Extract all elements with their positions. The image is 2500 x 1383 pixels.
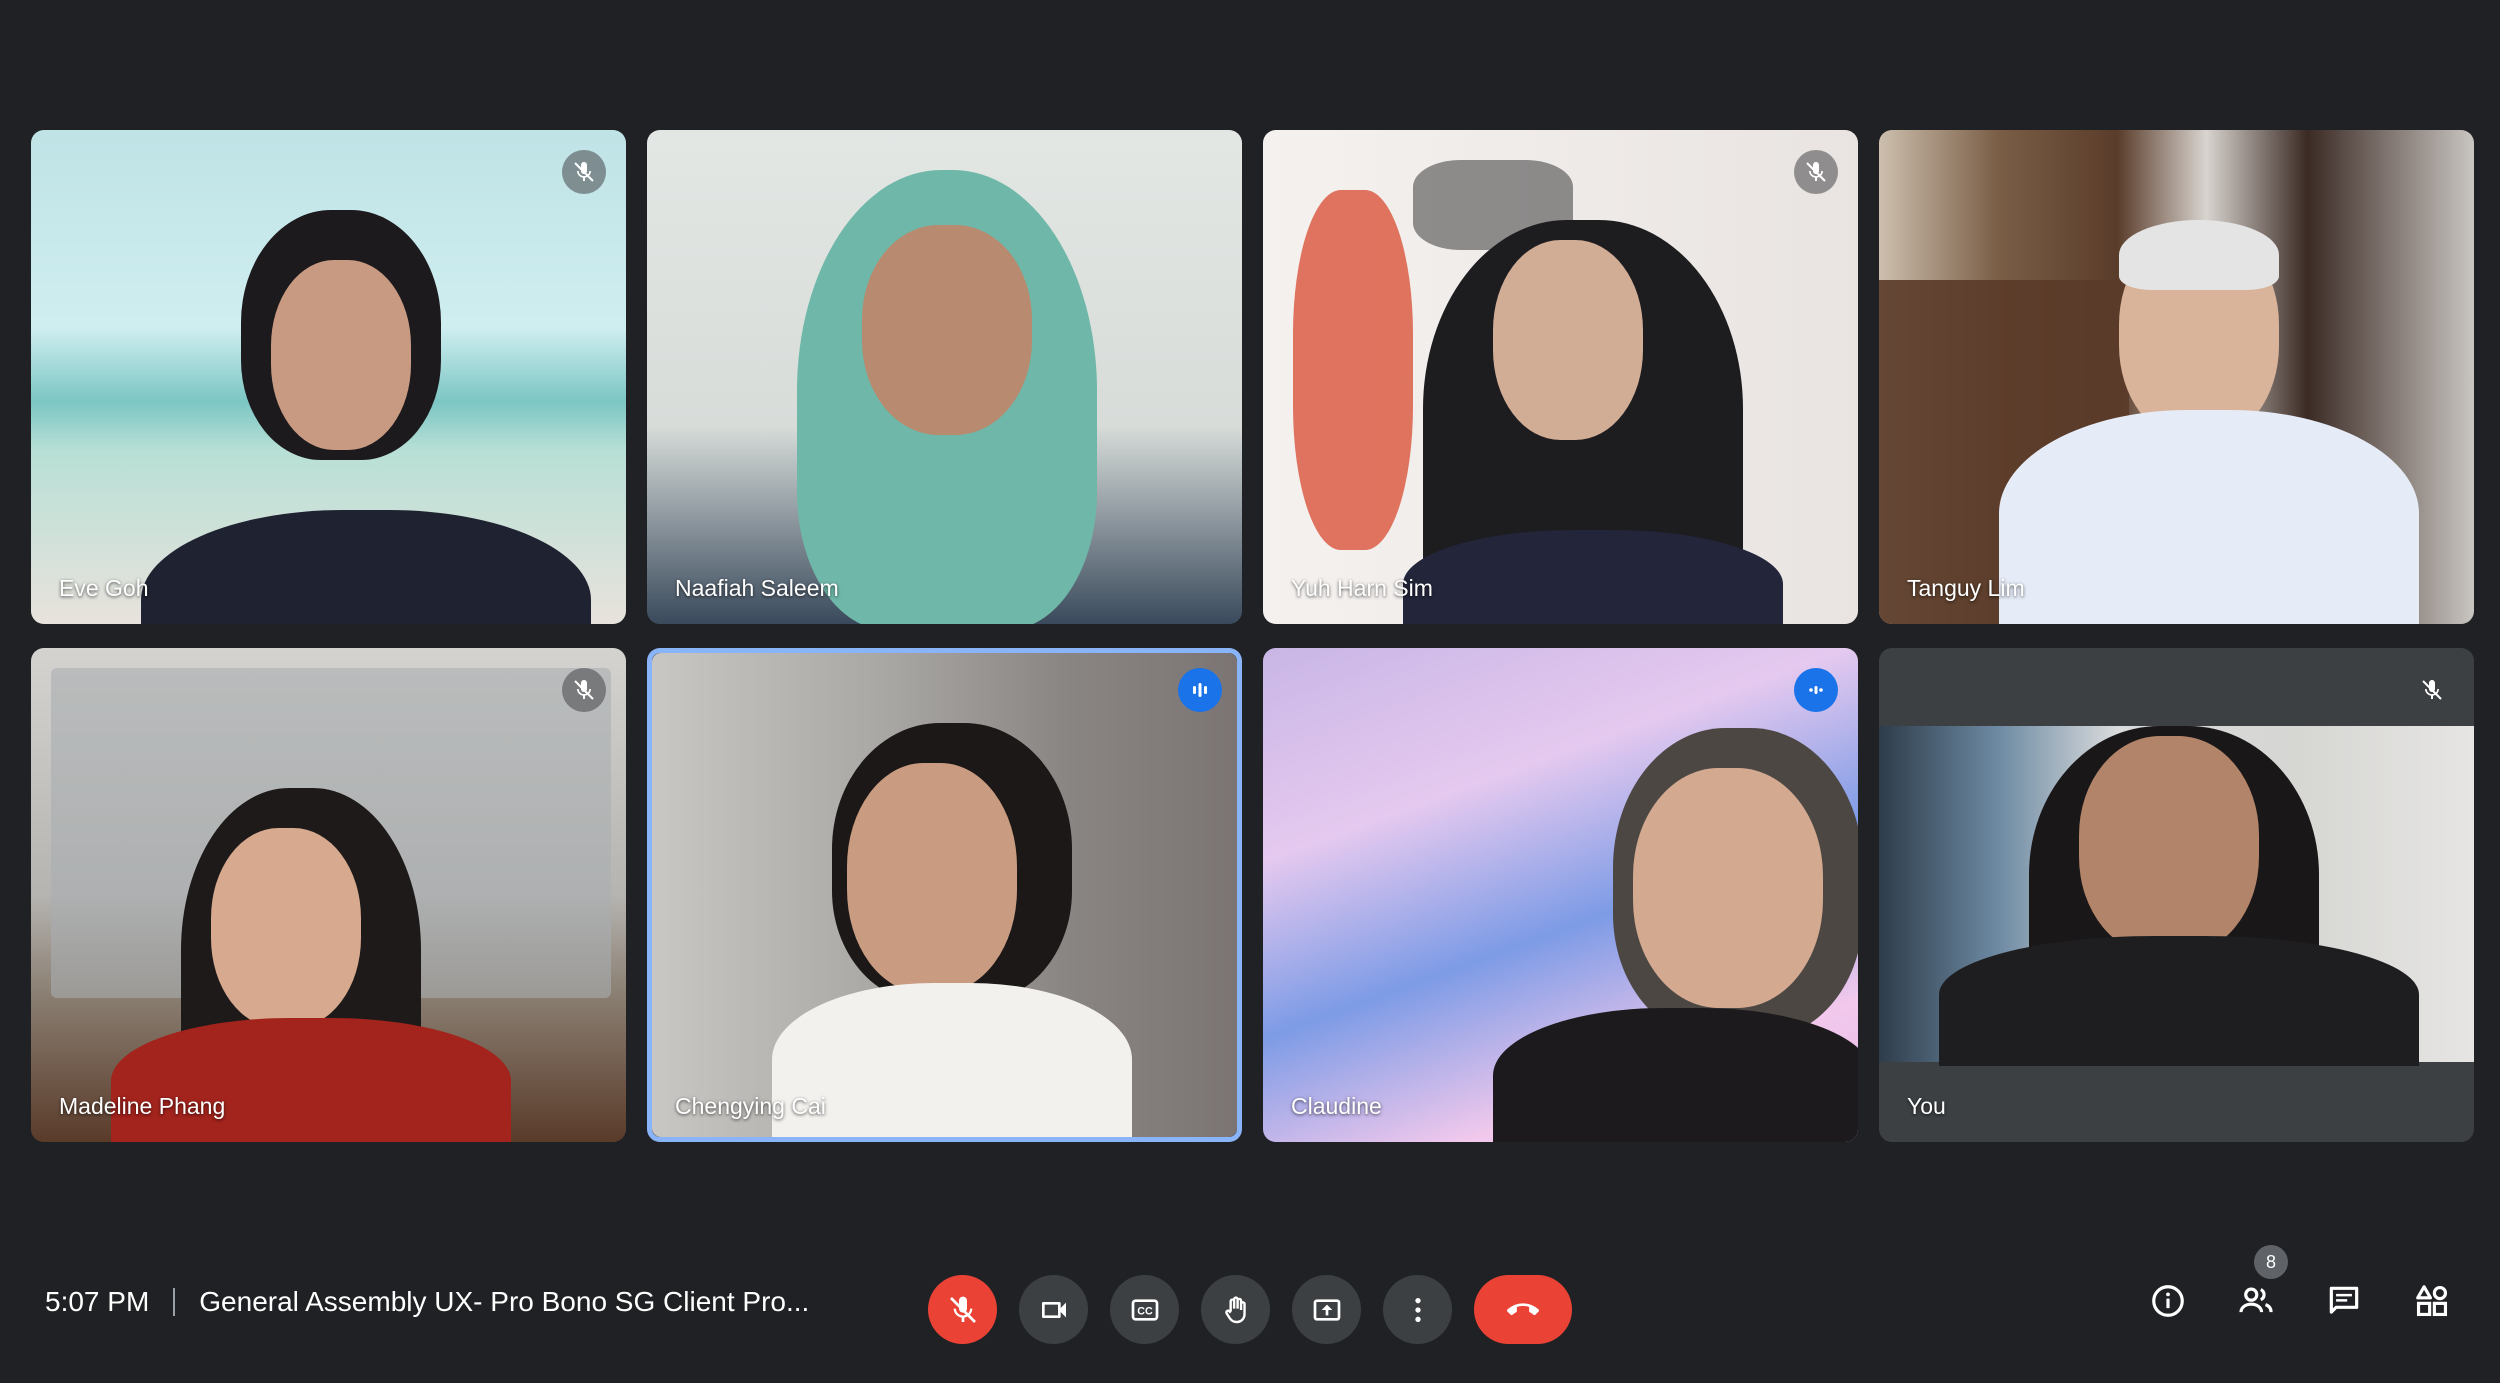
people-button[interactable]: 8	[2232, 1245, 2288, 1325]
more-options-icon	[1414, 1297, 1421, 1322]
video-feed	[1263, 130, 1858, 624]
info-icon	[2152, 1285, 2184, 1317]
raise-hand-button[interactable]	[1201, 1275, 1270, 1344]
participant-name: You	[1907, 1093, 1946, 1119]
video-feed	[652, 653, 1237, 1137]
participant-name: Eve Goh	[59, 575, 149, 601]
participant-tile[interactable]: Claudine	[1263, 648, 1858, 1142]
end-call-icon	[1507, 1302, 1539, 1315]
mic-off-icon	[949, 1296, 976, 1323]
mic-off-icon	[574, 162, 594, 182]
video-feed	[1879, 726, 2474, 1066]
activities-button[interactable]	[2408, 1277, 2456, 1325]
participant-tile[interactable]: Yuh Harn Sim	[1263, 130, 1858, 624]
divider	[173, 1288, 176, 1316]
present-icon	[1313, 1298, 1340, 1321]
meeting-details-button[interactable]	[2144, 1277, 2192, 1325]
bottom-toolbar: 5:07 PM General Assembly UX- Pro Bono SG…	[0, 1233, 2500, 1383]
microphone-toggle-button[interactable]	[928, 1275, 997, 1344]
camera-toggle-button[interactable]	[1019, 1275, 1088, 1344]
meet-window: Eve Goh Naafiah Saleem Yuh Harn Sim Tang…	[0, 0, 2500, 1383]
captions-icon: CC	[1131, 1298, 1158, 1321]
more-options-button[interactable]	[1383, 1275, 1452, 1344]
participant-tile[interactable]: Madeline Phang	[31, 648, 626, 1142]
call-controls: CC	[928, 1275, 1572, 1344]
svg-text:CC: CC	[1137, 1305, 1153, 1317]
participant-tile[interactable]: Tanguy Lim	[1879, 130, 2474, 624]
meeting-info: 5:07 PM General Assembly UX- Pro Bono SG…	[45, 1277, 809, 1327]
chat-button[interactable]	[2320, 1277, 2368, 1325]
video-feed	[1263, 648, 1858, 1142]
meeting-title[interactable]: General Assembly UX- Pro Bono SG Client …	[199, 1286, 809, 1318]
camera-icon	[1041, 1301, 1066, 1318]
speaking-indicator	[1178, 668, 1222, 712]
mic-muted-indicator	[562, 668, 606, 712]
participant-tile[interactable]: Eve Goh	[31, 130, 626, 624]
participant-name: Naafiah Saleem	[675, 575, 839, 601]
mic-muted-indicator	[562, 150, 606, 194]
mic-off-icon	[2422, 680, 2442, 700]
leave-call-button[interactable]	[1474, 1275, 1572, 1344]
video-feed	[1879, 130, 2474, 624]
people-icon	[2239, 1287, 2273, 1313]
mic-muted-indicator	[2410, 668, 2454, 712]
audio-level-icon	[1809, 686, 1823, 694]
participant-name: Tanguy Lim	[1907, 575, 2025, 601]
participant-name: Chengying Cai	[675, 1093, 826, 1119]
side-panel-controls: 8	[2144, 1245, 2456, 1325]
participant-name: Yuh Harn Sim	[1291, 575, 1433, 601]
meeting-time: 5:07 PM	[45, 1286, 150, 1317]
audio-level-icon	[1193, 683, 1207, 697]
participant-count-badge: 8	[2254, 1245, 2288, 1279]
mic-off-icon	[574, 680, 594, 700]
participant-name: Claudine	[1291, 1093, 1382, 1119]
raise-hand-icon	[1224, 1295, 1246, 1323]
speaking-indicator	[1794, 668, 1838, 712]
participant-name: Madeline Phang	[59, 1093, 226, 1119]
participant-tile[interactable]: Chengying Cai	[647, 648, 1242, 1142]
mic-off-icon	[1806, 162, 1826, 182]
activities-icon	[2416, 1285, 2448, 1317]
chat-icon	[2329, 1286, 2359, 1314]
participant-grid: Eve Goh Naafiah Saleem Yuh Harn Sim Tang…	[31, 130, 2474, 1142]
video-feed	[647, 130, 1242, 624]
video-feed	[31, 648, 626, 1142]
captions-button[interactable]: CC	[1110, 1275, 1179, 1344]
present-screen-button[interactable]	[1292, 1275, 1361, 1344]
video-feed	[31, 130, 626, 624]
self-view-tile[interactable]: You	[1879, 648, 2474, 1142]
mic-muted-indicator	[1794, 150, 1838, 194]
participant-tile[interactable]: Naafiah Saleem	[647, 130, 1242, 624]
